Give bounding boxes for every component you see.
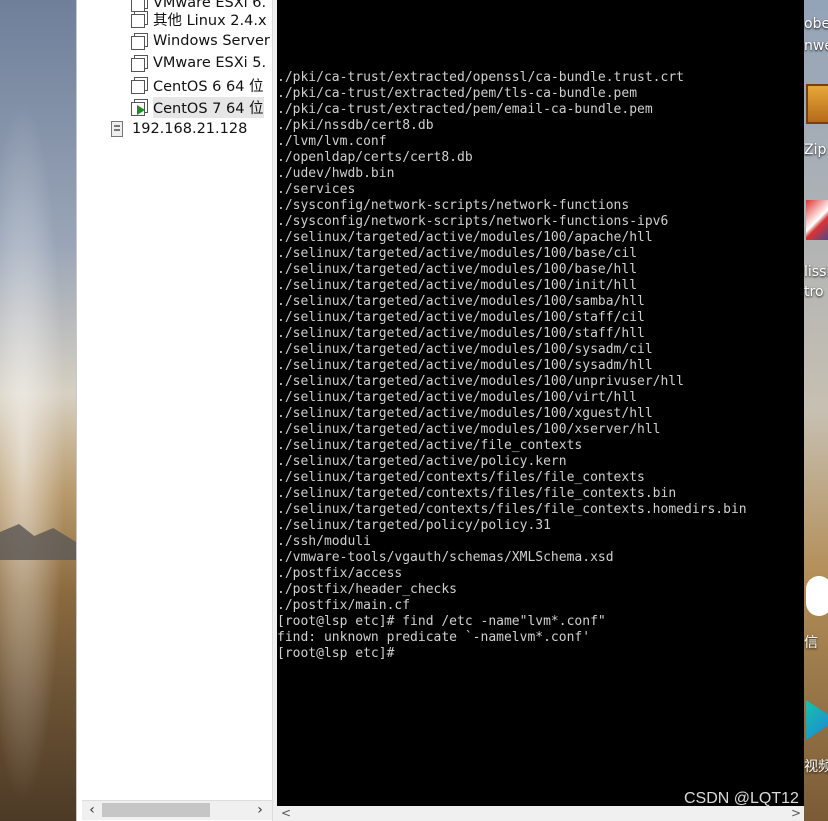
vm-console-terminal[interactable]: ./pki/ca-trust/extracted/openssl/ca-bund… [277, 0, 804, 806]
terminal-line: ./selinux/targeted/contexts/files/file_c… [277, 502, 747, 517]
terminal-line: ./selinux/targeted/active/modules/100/ba… [277, 246, 638, 261]
desktop-app-label[interactable]: tro [804, 284, 824, 300]
terminal-line: ./selinux/targeted/active/modules/100/sy… [277, 342, 653, 357]
terminal-line: ./postfix/main.cf [277, 598, 411, 613]
vm-icon [131, 11, 148, 28]
play-icon [137, 105, 145, 115]
terminal-horizontal-scrollbar[interactable]: < > [277, 806, 804, 821]
terminal-line: ./selinux/targeted/active/modules/100/un… [277, 374, 684, 389]
terminal-line: ./selinux/targeted/active/modules/100/vi… [277, 390, 638, 405]
terminal-line: ./selinux/targeted/active/modules/100/xs… [277, 422, 661, 437]
terminal-line: ./pki/ca-trust/extracted/openssl/ca-bund… [277, 70, 684, 85]
zip-archive-icon[interactable] [806, 84, 828, 124]
tree-item-label: VMware ESXi 5. [153, 55, 267, 71]
desktop-app-label[interactable]: 信 [804, 632, 818, 652]
terminal-line: ./selinux/targeted/active/policy.kern [277, 454, 567, 469]
terminal-line: ./udev/hwdb.bin [277, 166, 395, 181]
terminal-line: ./selinux/targeted/policy/policy.31 [277, 518, 551, 533]
terminal-line: find: unknown predicate `-namelvm*.conf' [277, 630, 591, 645]
terminal-line: ./services [277, 182, 356, 197]
csdn-watermark: CSDN @LQT12 [684, 790, 799, 807]
terminal-line: ./sysconfig/network-scripts/network-func… [277, 198, 630, 213]
tree-horizontal-scrollbar[interactable]: ‹ › [82, 800, 272, 820]
tree-item-windows-server[interactable]: Windows Server [131, 30, 273, 52]
terminal-line: ./ssh/moduli [277, 534, 371, 549]
terminal-line: [root@lsp etc]# [277, 646, 395, 661]
tree-item-host[interactable]: 192.168.21.128 [111, 118, 273, 140]
vm-icon [131, 33, 148, 50]
terminal-line: ./selinux/targeted/active/modules/100/sa… [277, 294, 645, 309]
vm-library-panel: VMware ESXi 6. 其他 Linux 2.4.x Windows Se… [76, 0, 272, 821]
desktop-app-label[interactable]: 视频 [804, 756, 828, 776]
terminal-line: ./vmware-tools/vgauth/schemas/XMLSchema.… [277, 550, 614, 565]
scrollbar-thumb[interactable] [102, 803, 210, 817]
desktop-app-label[interactable]: obe [804, 16, 828, 32]
desktop-background-left [0, 0, 76, 821]
terminal-line: [root@lsp etc]# find /etc -name"lvm*.con… [277, 614, 606, 629]
tree-item-centos-7[interactable]: CentOS 7 64 位 [131, 96, 273, 118]
vm-icon [131, 77, 148, 94]
terminal-line: ./pki/nssdb/cert8.db [277, 118, 434, 133]
terminal-line: ./selinux/targeted/active/modules/100/sy… [277, 358, 653, 373]
tree-item-label: 其他 Linux 2.4.x [153, 12, 267, 29]
desktop-app-label[interactable]: nwe [804, 38, 828, 54]
scroll-left-arrow-icon[interactable]: < [281, 806, 291, 820]
scroll-right-arrow-icon[interactable]: > [791, 806, 801, 820]
scroll-left-arrow-icon[interactable]: ‹ [84, 802, 100, 818]
video-icon[interactable] [806, 700, 828, 740]
tree-item-vmware-esxi-5[interactable]: VMware ESXi 5. [131, 52, 273, 74]
terminal-line: ./selinux/targeted/active/modules/100/xg… [277, 406, 653, 421]
wechat-icon[interactable] [806, 576, 828, 616]
terminal-line: ./selinux/targeted/contexts/files/file_c… [277, 470, 645, 485]
terminal-line: ./selinux/targeted/active/modules/100/in… [277, 278, 638, 293]
vm-running-icon [131, 99, 148, 116]
terminal-line: ./pki/ca-trust/extracted/pem/tls-ca-bund… [277, 86, 638, 101]
terminal-line: ./selinux/targeted/contexts/files/file_c… [277, 486, 677, 501]
mountain-silhouette [0, 524, 76, 560]
terminal-line: ./selinux/targeted/active/modules/100/st… [277, 310, 645, 325]
host-icon [111, 121, 123, 137]
terminal-line: ./sysconfig/network-scripts/network-func… [277, 214, 669, 229]
terminal-line: ./openldap/certs/cert8.db [277, 150, 473, 165]
terminal-line: ./postfix/access [277, 566, 403, 581]
app-icon[interactable] [806, 200, 828, 240]
desktop-app-label[interactable]: Zip [804, 142, 826, 158]
terminal-output: ./pki/ca-trust/extracted/openssl/ca-bund… [277, 70, 804, 662]
terminal-line: ./selinux/targeted/active/modules/100/ba… [277, 262, 638, 277]
terminal-line: ./pki/ca-trust/extracted/pem/email-ca-bu… [277, 102, 653, 117]
desktop-background-right: obe nwe Zip lissi tro 信 视频 [804, 0, 828, 821]
desktop-app-label[interactable]: lissi [804, 264, 828, 280]
terminal-line: ./postfix/header_checks [277, 582, 458, 597]
tree-item-label: CentOS 6 64 位 [153, 78, 264, 95]
scroll-right-arrow-icon[interactable]: › [252, 802, 268, 818]
tree-item-centos-6[interactable]: CentOS 6 64 位 [131, 74, 273, 96]
tree-item-label: Windows Server [153, 33, 270, 49]
terminal-line: ./selinux/targeted/active/modules/100/st… [277, 326, 645, 341]
vm-icon [131, 55, 148, 72]
tree-item-label: CentOS 7 64 位 [153, 96, 264, 118]
tree-item-label: 192.168.21.128 [132, 121, 248, 137]
terminal-line: ./selinux/targeted/active/modules/100/ap… [277, 230, 653, 245]
terminal-line: ./selinux/targeted/active/file_contexts [277, 438, 583, 453]
tree-item-other-linux[interactable]: 其他 Linux 2.4.x [131, 8, 273, 30]
terminal-line: ./lvm/lvm.conf [277, 134, 387, 149]
